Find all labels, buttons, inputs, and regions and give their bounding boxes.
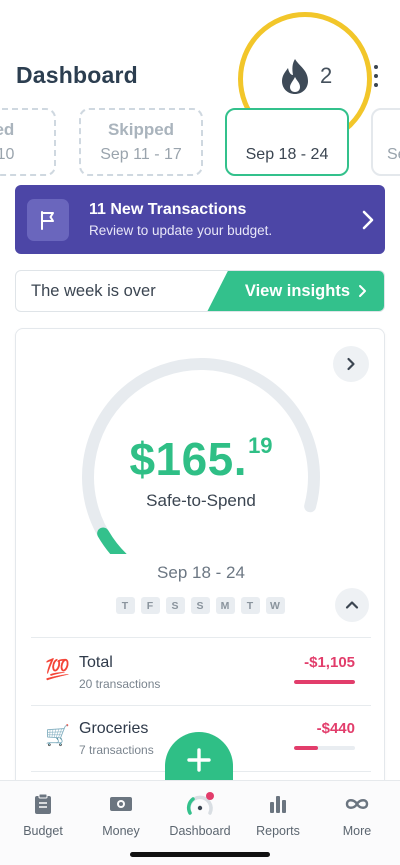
weekday-chip: W xyxy=(265,597,285,614)
weekday-chip: M xyxy=(215,597,235,614)
spend-progress-track xyxy=(294,680,355,684)
chevron-right-icon xyxy=(362,210,374,230)
weekday-chip: S xyxy=(165,597,185,614)
gauge-fill xyxy=(97,527,127,554)
nav-label: Money xyxy=(102,824,140,838)
week-chip-aug[interactable]: pped 4 - 10 xyxy=(0,108,56,176)
safe-to-spend-label: Safe-to-Spend xyxy=(146,491,256,510)
week-over-bar: The week is over View insights xyxy=(15,270,385,312)
week-status: Skipped xyxy=(107,120,175,139)
dashboard-gauge-icon xyxy=(186,792,214,815)
category-amount: -$1,105 xyxy=(304,654,355,671)
money-icon xyxy=(110,797,132,811)
safe-to-spend-amount: $165.19 xyxy=(16,432,386,486)
spend-progress-fill xyxy=(294,680,355,684)
week-range-label: Sep 18 - 24 xyxy=(157,563,245,582)
amount-cents: 19 xyxy=(248,433,273,458)
week-chip-sep-18[interactable]: Sep 18 - 24 xyxy=(225,108,349,176)
week-status xyxy=(227,120,347,140)
chevron-right-icon xyxy=(359,285,366,297)
collapse-button[interactable] xyxy=(335,588,369,622)
streak-count: 2 xyxy=(320,63,333,88)
category-amount: -$440 xyxy=(316,720,355,737)
plus-icon xyxy=(187,748,211,772)
chevron-right-icon xyxy=(347,357,355,371)
transaction-count: 7 transactions xyxy=(79,743,154,757)
week-range: 4 - 10 xyxy=(0,146,15,163)
home-indicator xyxy=(130,852,270,857)
nav-label: Reports xyxy=(256,824,300,838)
hundred-points-icon: 💯 xyxy=(45,659,70,681)
nav-label: More xyxy=(342,824,372,838)
weekday-chip: F xyxy=(140,597,160,614)
week-over-text: The week is over xyxy=(31,282,156,300)
weekday-chip: T xyxy=(240,597,260,614)
transaction-count: 20 transactions xyxy=(79,677,161,691)
next-week-button[interactable] xyxy=(333,346,369,382)
chevron-up-icon xyxy=(345,601,359,609)
amount-main: $165. xyxy=(129,433,248,485)
flag-icon xyxy=(27,199,69,241)
category-name: Groceries xyxy=(79,720,149,737)
bottom-navigation: Budget Money Dashboard Reports More xyxy=(0,780,400,865)
week-chip-sep-25[interactable]: Se xyxy=(371,108,400,176)
new-transactions-banner[interactable]: 11 New Transactions Review to update you… xyxy=(15,185,385,254)
week-chip-sep-11[interactable]: Skipped Sep 11 - 17 xyxy=(79,108,203,176)
streak-button[interactable]: 2 xyxy=(278,56,332,96)
view-insights-button[interactable]: View insights xyxy=(207,271,384,311)
bar-chart-icon xyxy=(270,796,286,813)
kebab-menu-icon[interactable] xyxy=(366,62,386,90)
page-title: Dashboard xyxy=(16,62,138,88)
nav-reports[interactable]: Reports xyxy=(238,791,318,838)
category-row-total[interactable]: 💯 Total 20 transactions -$1,105 xyxy=(16,651,386,711)
nav-dashboard[interactable]: Dashboard xyxy=(160,791,240,838)
nav-label: Dashboard xyxy=(169,824,231,838)
header: Dashboard 2 xyxy=(0,12,400,146)
nav-more[interactable]: More xyxy=(317,791,397,838)
flame-icon xyxy=(282,59,308,94)
weekday-chip: T xyxy=(115,597,135,614)
week-status xyxy=(373,120,400,140)
view-insights-label: View insights xyxy=(244,281,350,300)
category-name: Total xyxy=(79,654,113,671)
week-range: Se xyxy=(387,146,400,163)
infinity-icon xyxy=(345,799,369,809)
week-range: Sep 11 - 17 xyxy=(100,146,182,163)
nav-money[interactable]: Money xyxy=(81,791,161,838)
nav-budget[interactable]: Budget xyxy=(3,791,83,838)
spend-progress-track xyxy=(294,746,355,750)
week-selector: pped 4 - 10 Skipped Sep 11 - 17 Sep 18 -… xyxy=(0,108,400,178)
divider xyxy=(31,637,371,638)
weekday-strip: T F S S M T W xyxy=(16,597,386,614)
divider xyxy=(31,705,371,706)
spend-progress-fill xyxy=(294,746,319,750)
week-range: Sep 18 - 24 xyxy=(245,146,329,163)
week-status: pped xyxy=(0,120,15,139)
clipboard-icon xyxy=(35,793,51,814)
banner-title: 11 New Transactions xyxy=(89,201,247,218)
nav-label: Budget xyxy=(23,824,63,838)
banner-subtitle: Review to update your budget. xyxy=(89,223,273,238)
shopping-cart-icon: 🛒 xyxy=(45,725,70,747)
weekday-chip: S xyxy=(190,597,210,614)
